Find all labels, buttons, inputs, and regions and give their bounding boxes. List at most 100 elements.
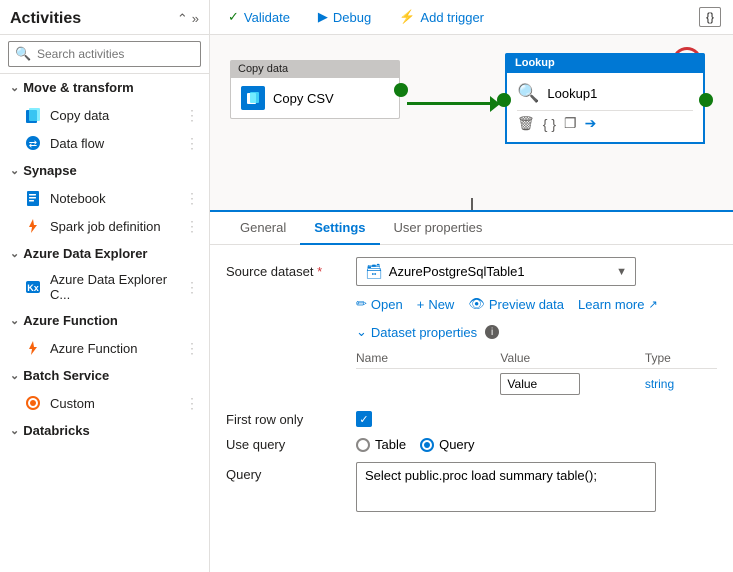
expand-icon[interactable]: »: [192, 11, 199, 27]
validate-button[interactable]: ✓ Validate: [222, 6, 296, 28]
open-link[interactable]: ✏ Open: [356, 296, 403, 312]
preview-link[interactable]: 👁 Preview data: [468, 296, 564, 312]
pencil-icon: ✏: [356, 296, 367, 312]
source-dataset-row: Source dataset * 🗃 AzurePostgreSqlTable1…: [226, 257, 717, 286]
sidebar-item-label-azure-function: Azure Function: [50, 341, 137, 356]
sidebar-header-icons: ⌃ »: [177, 11, 199, 27]
radio-table[interactable]: Table: [356, 437, 406, 452]
canvas-inner: Copy data Copy CSV Lookup 🔍: [210, 35, 733, 210]
learn-more-link[interactable]: Learn more ↗: [578, 297, 658, 312]
toolbar-right: {}: [699, 7, 721, 27]
sidebar-header: Activities ⌃ »: [0, 0, 209, 35]
sidebar-item-label-spark: Spark job definition: [50, 219, 161, 234]
section-databricks: ⌄ Databricks: [0, 417, 209, 444]
debug-button[interactable]: ▶ Debug: [312, 6, 377, 28]
source-dataset-value: 🗃 AzurePostgreSqlTable1 ▼: [356, 257, 717, 286]
chevron-down-icon-batch: ⌄: [10, 369, 19, 382]
chevron-down-props-icon: ⌄: [356, 324, 367, 340]
use-query-row: Use query Table Query: [226, 437, 717, 452]
collapse-icon[interactable]: ⌃: [177, 11, 188, 27]
svg-text:⇄: ⇄: [29, 139, 37, 150]
sidebar-item-azure-function[interactable]: Azure Function ⋮: [0, 334, 209, 362]
delete-icon[interactable]: 🗑: [517, 115, 535, 132]
settings-content: Source dataset * 🗃 AzurePostgreSqlTable1…: [210, 245, 733, 572]
add-trigger-label: Add trigger: [420, 10, 484, 25]
arrow-right-icon[interactable]: ➔: [585, 115, 597, 132]
plus-icon: +: [417, 297, 425, 312]
section-header-batch[interactable]: ⌄ Batch Service: [0, 362, 209, 389]
curly-braces-button[interactable]: {}: [699, 7, 721, 27]
sidebar-item-custom[interactable]: Custom ⋮: [0, 389, 209, 417]
sidebar-title: Activities: [10, 10, 81, 28]
section-header-move-transform[interactable]: ⌄ Move & transform: [0, 74, 209, 101]
main-area: ✓ Validate ▶ Debug ⚡ Add trigger {} Copy…: [210, 0, 733, 572]
toolbar: ✓ Validate ▶ Debug ⚡ Add trigger {}: [210, 0, 733, 35]
section-label-move-transform: Move & transform: [23, 80, 134, 95]
sidebar-item-label-copy-data: Copy data: [50, 108, 109, 123]
lookup-node-header: Lookup: [505, 53, 705, 73]
dataset-props-header[interactable]: ⌄ Dataset properties i: [356, 324, 717, 340]
sidebar-item-adx[interactable]: Kx Azure Data Explorer C... ⋮: [0, 267, 209, 307]
chevron-down-icon-synapse: ⌄: [10, 164, 19, 177]
copy-data-node-body: Copy CSV: [230, 78, 400, 119]
required-indicator: *: [317, 264, 322, 279]
lookup-node-row: 🔍 Lookup1: [517, 79, 693, 108]
col-header-type: Type: [645, 351, 717, 365]
info-icon: i: [485, 325, 499, 339]
section-label-synapse: Synapse: [23, 163, 76, 178]
source-dataset-dropdown[interactable]: 🗃 AzurePostgreSqlTable1 ▼: [356, 257, 636, 286]
section-header-databricks[interactable]: ⌄ Databricks: [0, 417, 209, 444]
radio-query[interactable]: Query: [420, 437, 474, 452]
tab-general[interactable]: General: [226, 212, 300, 245]
code-icon[interactable]: { }: [543, 116, 556, 132]
sidebar-item-spark[interactable]: Spark job definition ⋮: [0, 212, 209, 240]
search-input[interactable]: [8, 41, 201, 67]
use-query-radio-group: Table Query: [356, 437, 717, 452]
copy-data-node-icon: [241, 86, 265, 110]
section-header-azure-function[interactable]: ⌄ Azure Function: [0, 307, 209, 334]
chevron-down-icon-adx: ⌄: [10, 247, 19, 260]
connection-arrow-line: [407, 102, 497, 105]
section-header-synapse[interactable]: ⌄ Synapse: [0, 157, 209, 184]
section-header-adx[interactable]: ⌄ Azure Data Explorer: [0, 240, 209, 267]
copy-data-node[interactable]: Copy data Copy CSV: [230, 60, 400, 119]
use-query-value: Table Query: [356, 437, 717, 452]
sidebar-item-data-flow[interactable]: ⇄ Data flow ⋮: [0, 129, 209, 157]
section-synapse: ⌄ Synapse Notebook ⋮ Spark job definitio…: [0, 157, 209, 240]
database-icon: 🗃: [365, 263, 383, 280]
separator-line: [471, 198, 473, 210]
canvas-area[interactable]: Copy data Copy CSV Lookup 🔍: [210, 35, 733, 210]
sidebar-item-notebook[interactable]: Notebook ⋮: [0, 184, 209, 212]
tab-user-properties[interactable]: User properties: [380, 212, 497, 245]
new-link[interactable]: + New: [417, 297, 455, 312]
copy-data-node-header: Copy data: [230, 60, 400, 78]
copy-icon[interactable]: ❐: [564, 115, 577, 132]
tab-settings[interactable]: Settings: [300, 212, 379, 245]
section-label-adx: Azure Data Explorer: [23, 246, 147, 261]
dropdown-caret-icon: ▼: [616, 266, 627, 278]
copy-data-output-connector: [394, 83, 408, 97]
radio-table-label: Table: [375, 437, 406, 452]
bottom-panel: General Settings User properties Source …: [210, 210, 733, 572]
props-table-header: Name Value Type: [356, 348, 717, 369]
prop-value-input[interactable]: [500, 373, 580, 395]
source-dataset-label: Source dataset *: [226, 264, 356, 279]
tabs-row: General Settings User properties: [210, 212, 733, 245]
first-row-only-label: First row only: [226, 412, 356, 427]
sidebar-item-label-adx: Azure Data Explorer C...: [50, 272, 185, 302]
lookup-node[interactable]: Lookup 🔍 Lookup1 🗑 { } ❐ ➔: [505, 53, 705, 144]
query-textarea[interactable]: <span class="query-underline">Select pub…: [356, 462, 656, 512]
selected-dataset-text: AzurePostgreSqlTable1: [389, 264, 610, 279]
section-label-databricks: Databricks: [23, 423, 89, 438]
add-trigger-button[interactable]: ⚡ Add trigger: [393, 6, 490, 28]
use-query-label: Use query: [226, 437, 356, 452]
svg-text:Kx: Kx: [27, 283, 39, 293]
chevron-down-icon-databricks: ⌄: [10, 424, 19, 437]
drag-icon-copy-data: ⋮: [185, 107, 199, 124]
section-label-batch: Batch Service: [23, 368, 109, 383]
validate-icon: ✓: [228, 9, 239, 25]
sidebar-item-copy-data[interactable]: Copy data ⋮: [0, 101, 209, 129]
radio-table-circle: [356, 438, 370, 452]
first-row-only-checkbox[interactable]: ✓: [356, 411, 372, 427]
drag-icon-notebook: ⋮: [185, 190, 199, 207]
